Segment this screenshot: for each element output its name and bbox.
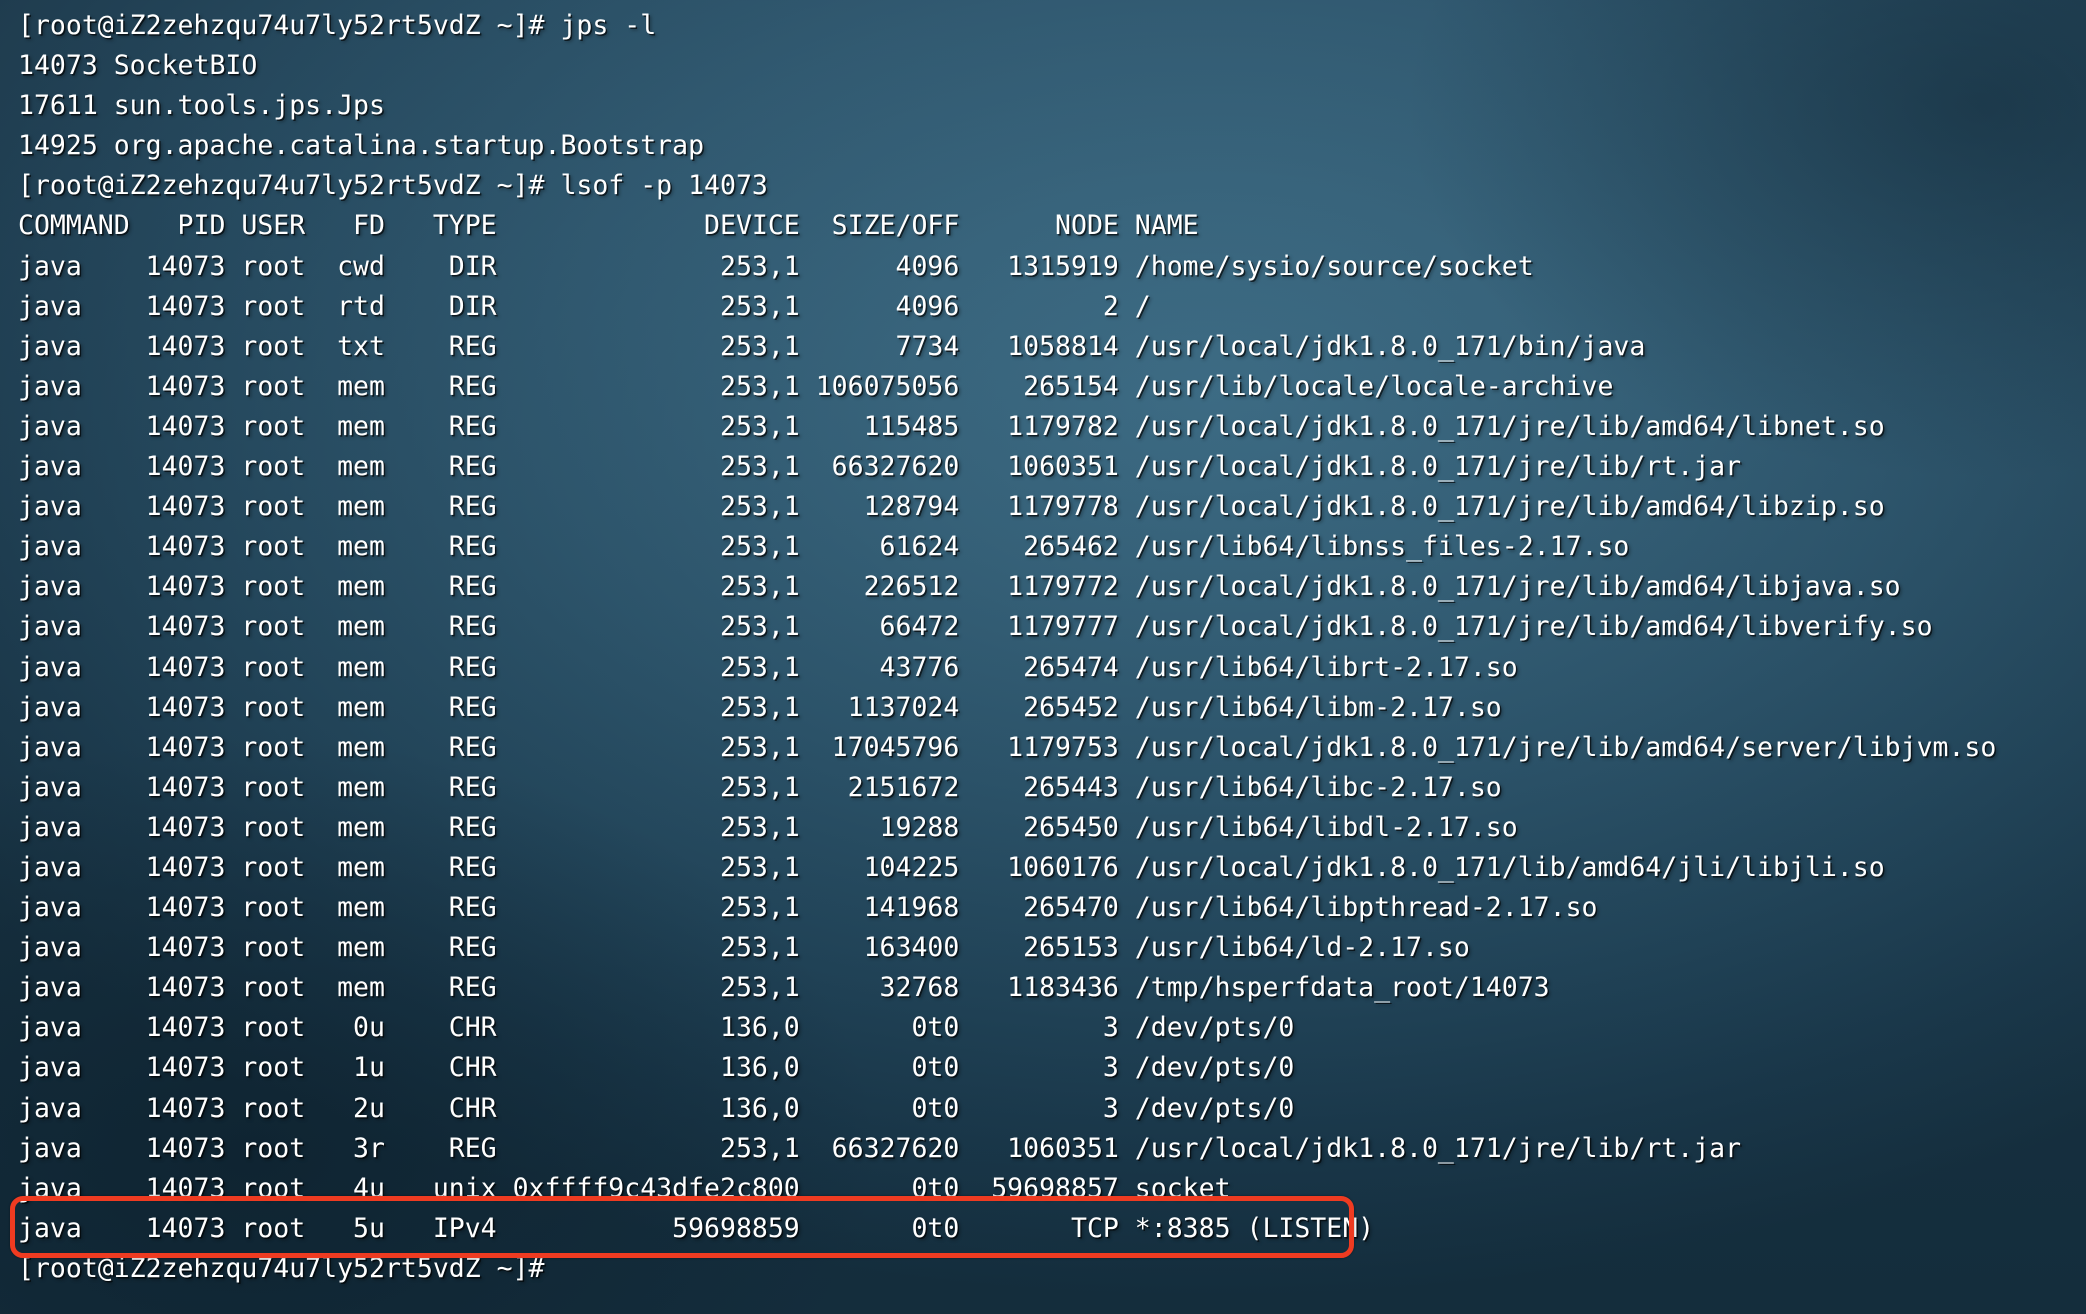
table-row: java 14073 root mem REG 253,1 141968 265… [18, 892, 1598, 924]
terminal-line: [root@iZ2zehzqu74u7ly52rt5vdZ ~]# jps -l [18, 10, 657, 41]
table-row: java 14073 root 3r REG 253,1 66327620 10… [18, 1132, 1742, 1164]
terminal-window[interactable]: [root@iZ2zehzqu74u7ly52rt5vdZ ~]# jps -l… [0, 0, 2086, 1314]
table-row: java 14073 root mem REG 253,1 17045796 1… [18, 731, 1997, 763]
table-row: java 14073 root cwd DIR 253,1 4096 13159… [18, 250, 1534, 282]
table-row: java 14073 root mem REG 253,1 66327620 1… [18, 451, 1742, 483]
table-row: java 14073 root 0u CHR 136,0 0t0 3 /dev/… [18, 1012, 1295, 1044]
table-header-row: COMMAND PID USER FD TYPE DEVICE SIZE/OFF… [18, 210, 1199, 242]
table-row: java 14073 root 2u CHR 136,0 0t0 3 /dev/… [18, 1092, 1295, 1124]
table-row: java 14073 root 1u CHR 136,0 0t0 3 /dev/… [18, 1052, 1295, 1084]
table-row: java 14073 root mem REG 253,1 61624 2654… [18, 531, 1630, 563]
terminal-line: 14925 org.apache.catalina.startup.Bootst… [18, 130, 705, 162]
table-row: java 14073 root mem REG 253,1 163400 265… [18, 932, 1470, 964]
table-row: java 14073 root mem REG 253,1 106075056 … [18, 370, 1614, 402]
terminal-line: 14073 SocketBIO [18, 50, 258, 82]
table-row: java 14073 root mem REG 253,1 43776 2654… [18, 651, 1518, 683]
table-row-highlighted: java 14073 root 5u IPv4 59698859 0t0 TCP… [18, 1212, 1375, 1244]
table-row: java 14073 root mem REG 253,1 32768 1183… [18, 972, 1550, 1004]
terminal-line: [root@iZ2zehzqu74u7ly52rt5vdZ ~]# lsof -… [18, 170, 768, 202]
terminal-prompt-line: [root@iZ2zehzqu74u7ly52rt5vdZ ~]# [18, 1252, 545, 1284]
table-row: java 14073 root txt REG 253,1 7734 10588… [18, 330, 1646, 362]
table-row: java 14073 root mem REG 253,1 128794 117… [18, 491, 1885, 523]
table-row: java 14073 root mem REG 253,1 19288 2654… [18, 811, 1518, 843]
table-row: java 14073 root mem REG 253,1 226512 117… [18, 571, 1901, 603]
table-row: java 14073 root mem REG 253,1 2151672 26… [18, 771, 1502, 803]
table-row: java 14073 root mem REG 253,1 66472 1179… [18, 611, 1933, 643]
table-row: java 14073 root mem REG 253,1 1137024 26… [18, 691, 1502, 723]
terminal-line: 17611 sun.tools.jps.Jps [18, 90, 385, 122]
table-row: java 14073 root mem REG 253,1 104225 106… [18, 851, 1885, 883]
table-row: java 14073 root 4u unix 0xffff9c43dfe2c8… [18, 1172, 1231, 1204]
terminal-output[interactable]: [root@iZ2zehzqu74u7ly52rt5vdZ ~]# jps -l… [0, 0, 2086, 1314]
table-row: java 14073 root rtd DIR 253,1 4096 2 / [18, 290, 1151, 322]
table-row: java 14073 root mem REG 253,1 115485 117… [18, 410, 1885, 442]
